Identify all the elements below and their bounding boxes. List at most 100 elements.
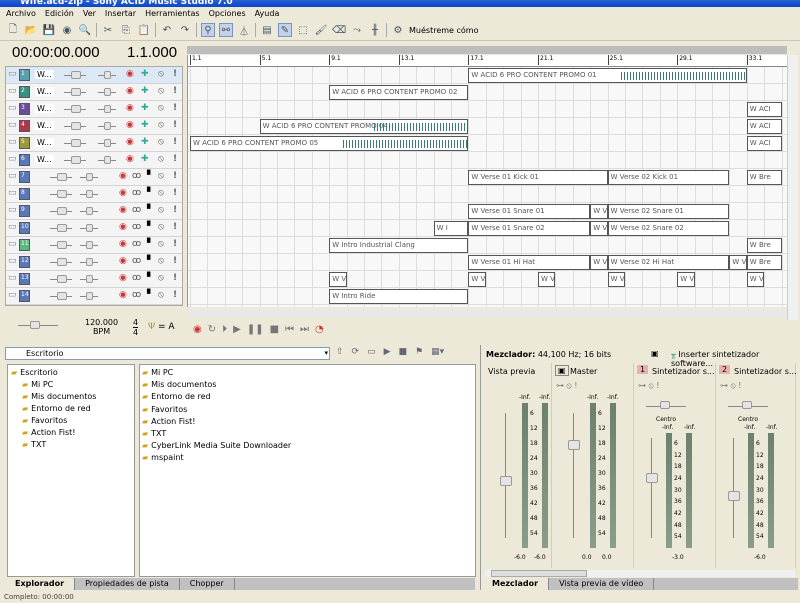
refresh-icon[interactable]: ⟳ (352, 347, 360, 357)
file-item[interactable]: ▰ TXT (142, 429, 166, 438)
solo-icon[interactable]: ! (173, 290, 177, 300)
track-number[interactable]: 9 (19, 205, 30, 217)
properties-icon[interactable]: 🔍 (78, 23, 92, 37)
pan-knob[interactable] (86, 241, 93, 249)
volume-knob[interactable] (71, 139, 81, 147)
track-header[interactable]: ▭ 11 ◉ ꝏ ▘ ⦸ ! (6, 237, 182, 254)
minimize-track-icon[interactable]: ▭ (8, 273, 17, 283)
file-item[interactable]: ▰ Mi PC (142, 368, 173, 377)
track-number[interactable]: 1 (19, 69, 30, 81)
open-icon[interactable]: 📂 (24, 23, 38, 37)
up-folder-icon[interactable]: ⇧ (336, 347, 344, 357)
timeline[interactable]: 1.1 5.1 9.1 13.1 17.1 21.1 25.1 29.1 33.1 W ACID… (187, 55, 787, 307)
tab-chopper[interactable]: Chopper (180, 578, 235, 590)
volume-knob[interactable] (71, 88, 81, 96)
tree-item[interactable]: ▰ Mis documentos (22, 392, 96, 401)
track-number[interactable]: 12 (19, 256, 30, 268)
track-name[interactable]: W... (35, 121, 54, 130)
chevron-down-icon[interactable]: ▾ (324, 348, 328, 359)
minimize-track-icon[interactable]: ▭ (8, 154, 17, 164)
fx-icon[interactable]: ✚ (141, 86, 149, 96)
fader-knob[interactable] (728, 491, 740, 501)
solo-icon[interactable]: ! (173, 222, 177, 232)
track-number[interactable]: 5 (19, 137, 30, 149)
event-clip[interactable]: W V (538, 272, 556, 287)
menu-herramientas[interactable]: Herramientas (145, 7, 200, 20)
minimize-track-icon[interactable]: ▭ (8, 239, 17, 249)
midi-icon[interactable]: ꝏ (132, 222, 141, 232)
mute-icon[interactable]: ⦸ (158, 154, 164, 164)
track-header[interactable]: ▭ 14 ◉ ꝏ ▘ ⦸ ! (6, 288, 182, 305)
minimize-track-icon[interactable]: ▭ (8, 120, 17, 130)
file-item[interactable]: ▰ Favoritos (142, 405, 187, 414)
copy-icon[interactable]: ⎘ (119, 23, 133, 37)
selection-tool-icon[interactable]: ⬚ (296, 23, 310, 37)
mute-icon[interactable]: ⦸ (158, 273, 164, 283)
track-name[interactable]: W... (35, 70, 54, 79)
event-clip[interactable]: W V (729, 255, 747, 270)
track-number[interactable]: 2 (19, 86, 30, 98)
envelope-tool-icon[interactable]: ⤳ (350, 23, 364, 37)
event-clip[interactable]: W ACI (746, 102, 782, 117)
event-clip[interactable]: W V (677, 272, 695, 287)
fader-knob[interactable] (500, 476, 512, 486)
minimize-track-icon[interactable]: ▭ (8, 290, 17, 300)
volume-knob[interactable] (57, 173, 67, 181)
pan-knob[interactable] (86, 190, 93, 198)
go-to-start-button[interactable]: ⏮ (285, 324, 294, 335)
track-header[interactable]: ▭ 1 W... ◉ ✚ ⦸ ! (6, 67, 182, 84)
solo-icon[interactable]: ! (173, 154, 177, 164)
file-item[interactable]: ▰ Mis documentos (142, 380, 216, 389)
arm-record-icon[interactable]: ◉ (126, 69, 134, 79)
paste-icon[interactable]: 📋 (137, 23, 151, 37)
paint-tool-icon[interactable]: 🖌 (314, 23, 328, 37)
menu-opciones[interactable]: Opciones (209, 7, 246, 20)
track-number[interactable]: 8 (19, 188, 30, 200)
event-clip[interactable]: W ACID 6 PRO CONTENT PROMO 04 (259, 119, 469, 134)
arm-record-icon[interactable]: ◉ (119, 290, 127, 300)
event-clip[interactable]: W V (590, 204, 608, 219)
tree-item[interactable]: ▰ Favoritos (22, 416, 67, 425)
midi-channel-icon[interactable]: ▘ (147, 188, 154, 198)
midi-channel-icon[interactable]: ▘ (147, 290, 154, 300)
mixer-menu-icon[interactable]: ▣ (651, 349, 659, 358)
track-header[interactable]: ▭ 7 ◉ ꝏ ▘ ⦸ ! (6, 169, 182, 186)
track-name[interactable]: W... (35, 104, 54, 113)
pan-knob[interactable] (86, 275, 93, 283)
fader-track[interactable] (573, 413, 574, 538)
loop-region-bar[interactable] (187, 46, 787, 54)
track-header[interactable]: ▭ 5 W... ◉ ✚ ⦸ ! (6, 135, 182, 152)
track-header[interactable]: ▭ 10 ◉ ꝏ ▘ ⦸ ! (6, 220, 182, 237)
file-item[interactable]: ▰ CyberLink Media Suite Downloader (142, 441, 291, 450)
volume-knob[interactable] (71, 156, 81, 164)
pan-knob[interactable] (86, 207, 93, 215)
arm-record-icon[interactable]: ◉ (126, 103, 134, 113)
mixer-scrollbar[interactable] (485, 570, 795, 577)
solo-icon[interactable]: ! (173, 188, 177, 198)
mute-icon[interactable]: ⦸ (158, 188, 164, 198)
tree-item[interactable]: ▰ Escritorio (11, 368, 58, 377)
record-button[interactable]: ◉ (193, 324, 202, 335)
minimize-track-icon[interactable]: ▭ (8, 171, 17, 181)
new-icon[interactable]: 🗋 (6, 23, 20, 37)
event-clip[interactable]: W V (607, 272, 625, 287)
metronome-button[interactable]: ◔ (315, 324, 324, 335)
volume-knob[interactable] (57, 275, 67, 283)
arm-record-icon[interactable]: ◉ (119, 256, 127, 266)
fader-track[interactable] (651, 438, 652, 538)
track-number[interactable]: 4 (19, 120, 30, 132)
horizontal-scrollbar[interactable] (187, 309, 787, 317)
time-signature[interactable]: 44 (133, 318, 139, 337)
pan-knob[interactable] (104, 105, 111, 113)
auto-ripple-icon[interactable]: ⚯ (219, 23, 233, 37)
track-header[interactable]: ▭ 8 ◉ ꝏ ▘ ⦸ ! (6, 186, 182, 203)
event-clip[interactable]: W Verse 02 Snare 02 (607, 221, 730, 236)
event-clip[interactable]: W Verse 02 Kick 01 (607, 170, 730, 185)
erase-tool-icon[interactable]: ⌫ (332, 23, 346, 37)
midi-icon[interactable]: ꝏ (132, 256, 141, 266)
volume-knob[interactable] (71, 105, 81, 113)
midi-icon[interactable]: ꝏ (132, 239, 141, 249)
midi-channel-icon[interactable]: ▘ (147, 256, 154, 266)
event-clip[interactable]: W V (329, 272, 347, 287)
mute-icon[interactable]: ⦸ (158, 290, 164, 300)
